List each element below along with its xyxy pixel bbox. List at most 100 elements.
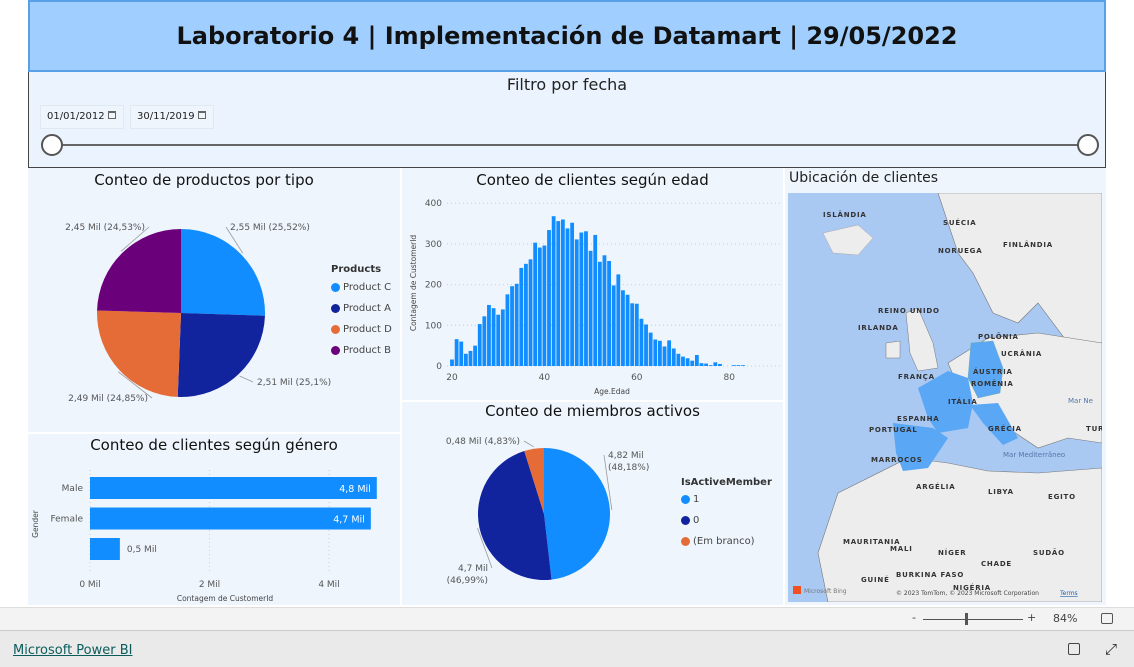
start-date-input[interactable]: 01/01/2012 — [40, 105, 124, 129]
histogram-bar[interactable] — [482, 316, 487, 366]
histogram-bar[interactable] — [630, 303, 635, 366]
range-start-handle[interactable] — [41, 134, 63, 156]
histogram-bar[interactable] — [570, 222, 575, 366]
zoom-slider-handle[interactable] — [965, 613, 968, 625]
histogram-bar[interactable] — [510, 286, 514, 366]
histogram-bar[interactable] — [639, 318, 644, 366]
zoom-slider[interactable] — [923, 619, 1023, 620]
histogram-bar[interactable] — [556, 221, 561, 366]
range-end-handle[interactable] — [1077, 134, 1099, 156]
histogram-bar[interactable] — [468, 350, 473, 366]
histogram-bar[interactable] — [505, 294, 510, 366]
histogram-bar[interactable] — [644, 324, 648, 366]
histogram-bar[interactable] — [551, 216, 556, 366]
histogram-bar[interactable] — [713, 362, 718, 366]
histogram-bar[interactable] — [588, 250, 593, 366]
data-label: 0,48 Mil (4,83%) — [446, 437, 520, 447]
histogram-bar[interactable] — [579, 232, 584, 366]
gender-bar[interactable] — [90, 507, 371, 530]
customer-map[interactable]: ISLÂNDIA SUÉCIA FINLÂNDIA NORUEGA REINO UNID… — [788, 193, 1102, 602]
x-tick-label: 80 — [723, 373, 735, 383]
terms-link[interactable]: Terms — [1059, 590, 1078, 597]
histogram-bar[interactable] — [704, 363, 708, 366]
pie-slice[interactable] — [177, 313, 265, 397]
filter-title: Filtro por fecha — [506, 75, 628, 94]
zoom-out-button[interactable]: - — [912, 611, 916, 624]
histogram-bar[interactable] — [602, 255, 607, 366]
histogram-bar[interactable] — [514, 283, 519, 366]
pie-slice[interactable] — [96, 310, 181, 397]
histogram-bar[interactable] — [681, 356, 685, 366]
legend-item[interactable]: (Em branco) — [681, 536, 755, 547]
histogram-bar[interactable] — [653, 339, 658, 366]
histogram-bar[interactable] — [607, 260, 611, 366]
data-label: 2,51 Mil (25,1%) — [257, 378, 331, 388]
end-date-input[interactable]: 30/11/2019 — [130, 105, 214, 129]
histogram-bar[interactable] — [667, 340, 672, 366]
powerbi-link[interactable]: Microsoft Power BI — [13, 643, 132, 658]
pie-slice[interactable] — [181, 229, 265, 316]
histogram-bar[interactable] — [593, 234, 598, 366]
histogram-bar[interactable] — [731, 365, 736, 366]
histogram-bar[interactable] — [685, 358, 690, 366]
legend-item[interactable]: Product A — [331, 303, 391, 314]
histogram-bar[interactable] — [565, 228, 570, 366]
histogram-bar[interactable] — [450, 359, 454, 366]
histogram-bar[interactable] — [634, 303, 639, 366]
histogram-bar[interactable] — [741, 365, 745, 366]
legend-item[interactable]: 1 — [681, 494, 699, 505]
histogram-bar[interactable] — [718, 363, 722, 366]
share-icon[interactable] — [1068, 643, 1080, 655]
histogram-bar[interactable] — [671, 348, 676, 366]
histogram-bar[interactable] — [560, 219, 565, 366]
histogram-bar[interactable] — [500, 309, 505, 366]
leader-line — [239, 375, 254, 383]
histogram-bar[interactable] — [574, 239, 579, 366]
histogram-bar[interactable] — [611, 285, 616, 366]
histogram-bar[interactable] — [477, 324, 482, 366]
histogram-bar[interactable] — [648, 332, 653, 366]
histogram-bar[interactable] — [694, 355, 699, 366]
histogram-bar[interactable] — [708, 365, 713, 366]
date-range-track[interactable] — [51, 144, 1091, 146]
histogram-bar[interactable] — [524, 263, 528, 366]
gender-bar[interactable] — [90, 477, 377, 499]
histogram-bar[interactable] — [625, 294, 630, 366]
histogram-bar[interactable] — [699, 363, 704, 366]
histogram-bar[interactable] — [491, 308, 496, 366]
histogram-bar[interactable] — [676, 353, 681, 366]
pie-slice[interactable] — [544, 448, 611, 580]
histogram-bar[interactable] — [537, 247, 542, 366]
histogram-bar[interactable] — [621, 290, 625, 366]
fullscreen-icon[interactable]: ⤢ — [1105, 640, 1117, 658]
calendar-icon[interactable] — [198, 111, 206, 119]
pie-slice[interactable] — [97, 229, 181, 313]
histogram-bar[interactable] — [616, 274, 621, 366]
legend-item[interactable]: 0 — [681, 515, 699, 526]
histogram-bar[interactable] — [496, 314, 501, 366]
histogram-bar[interactable] — [658, 340, 662, 366]
histogram-bar[interactable] — [542, 245, 547, 366]
histogram-bar[interactable] — [519, 267, 524, 366]
histogram-bar[interactable] — [690, 360, 695, 366]
legend-item[interactable]: Product B — [331, 345, 391, 356]
histogram-bar[interactable] — [463, 353, 468, 366]
histogram-bar[interactable] — [528, 259, 533, 366]
calendar-icon[interactable] — [108, 111, 116, 119]
histogram-bar[interactable] — [487, 304, 491, 366]
fit-to-page-icon[interactable] — [1101, 613, 1113, 624]
gender-bar[interactable] — [90, 538, 120, 560]
legend-item[interactable]: Product C — [331, 282, 391, 293]
legend-item[interactable]: Product D — [331, 324, 392, 335]
histogram-bar[interactable] — [597, 261, 602, 366]
zoom-in-button[interactable]: + — [1027, 611, 1036, 624]
histogram-bar[interactable] — [662, 346, 667, 366]
histogram-bar[interactable] — [584, 231, 588, 366]
histogram-bar[interactable] — [736, 365, 741, 366]
histogram-bar[interactable] — [459, 341, 464, 366]
histogram-bar[interactable] — [454, 339, 459, 366]
histogram-bar[interactable] — [473, 345, 477, 366]
histogram-bar[interactable] — [533, 242, 538, 366]
histogram-bar[interactable] — [547, 230, 551, 366]
map-country-label: SUDÃO — [1033, 548, 1065, 557]
